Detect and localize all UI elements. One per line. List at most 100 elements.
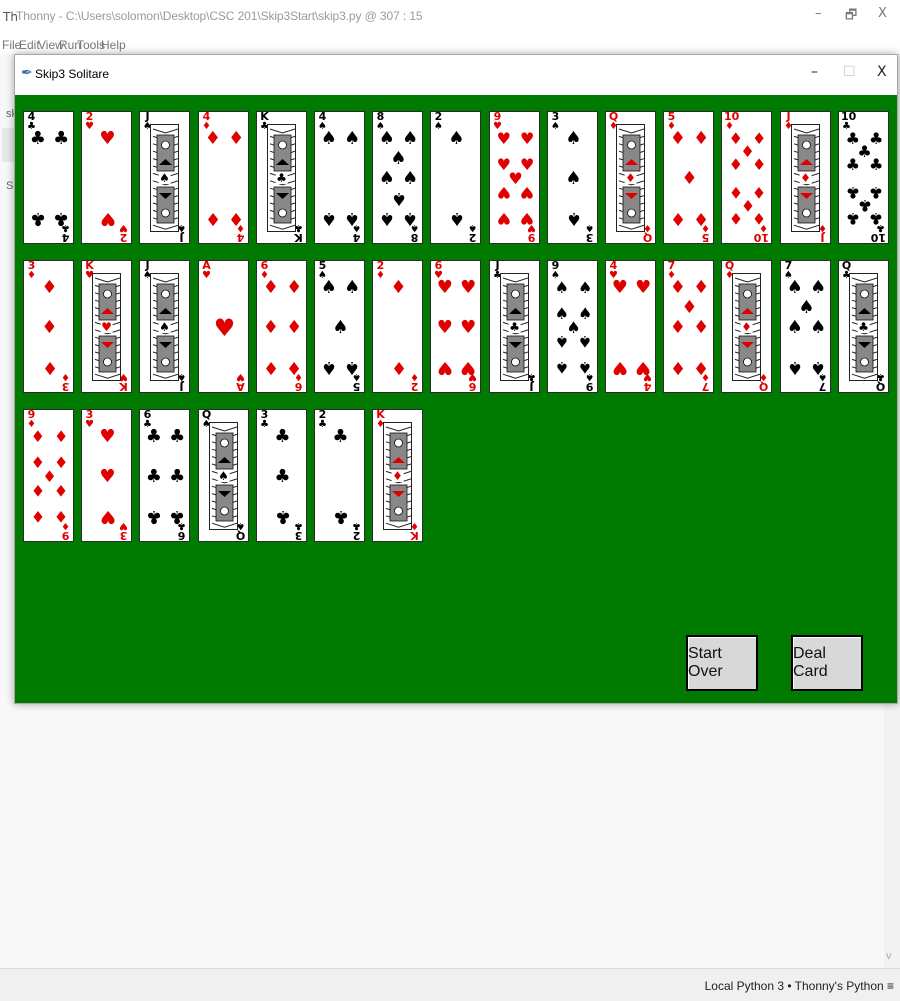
card-6-of-hearts[interactable]: 6 ♥ 6 ♥ ♥ ♥ ♥ ♥ ♥ ♥ bbox=[430, 260, 481, 393]
suit-pip-clubs-icon: ♣ bbox=[29, 208, 46, 230]
suit-pip-spades-icon: ♠ bbox=[378, 167, 395, 189]
card-6-of-diamonds[interactable]: 6 ♦ 6 ♦ ♦ ♦ ♦ ♦ ♦ ♦ bbox=[256, 260, 307, 393]
suit-pip-diamonds-icon: ♦ bbox=[752, 155, 767, 175]
suit-pip-diamonds-icon: ♦ bbox=[262, 357, 279, 379]
suit-pip-spades-icon: ♠ bbox=[402, 167, 419, 189]
thonny-minimize-button[interactable]: – bbox=[815, 6, 822, 21]
card-king-of-clubs[interactable]: K ♣ K ♣ ♣ bbox=[256, 111, 307, 244]
card-4-of-spades[interactable]: 4 ♠ 4 ♠ ♠ ♠ ♠ ♠ bbox=[314, 111, 365, 244]
skip3-window-title: Skip3 Solitare bbox=[35, 67, 110, 81]
suit-pip-diamonds-icon: ♦ bbox=[681, 167, 698, 189]
card-jack-of-spades[interactable]: J ♠ J ♠ ♠ bbox=[139, 260, 190, 393]
card-queen-of-spades[interactable]: Q ♠ Q ♠ ♠ bbox=[198, 409, 249, 542]
card-5-of-diamonds[interactable]: 5 ♦ 5 ♦ ♦ ♦ ♦ ♦ ♦ bbox=[663, 111, 714, 244]
suit-pip-hearts-icon: ♥ bbox=[635, 276, 652, 298]
thonny-menubar: File Edit View Run Tools Help bbox=[0, 36, 900, 54]
suit-pip-clubs-icon: ♣ bbox=[845, 209, 860, 229]
suit-pip-hearts-icon: ♥ bbox=[99, 208, 116, 230]
card-9-of-diamonds[interactable]: 9 ♦ 9 ♦ ♦ ♦ ♦ ♦ ♦ ♦ ♦ ♦ ♦ bbox=[23, 409, 74, 542]
skip3-maximize-button[interactable]: ☐ bbox=[843, 64, 856, 80]
skip3-close-button[interactable]: X bbox=[877, 64, 887, 80]
suit-pip-clubs-icon: ♣ bbox=[845, 155, 860, 175]
suit-pip-clubs-icon: ♣ bbox=[169, 465, 186, 487]
start-over-button[interactable]: Start Over bbox=[686, 635, 758, 691]
card-9-of-spades[interactable]: 9 ♠ 9 ♠ ♠ ♠ ♠ ♠ ♠ ♠ ♠ ♠ ♠ bbox=[547, 260, 598, 393]
skip3-titlebar[interactable]: ✒ Skip3 Solitare – ☐ X bbox=[15, 55, 897, 95]
card-3-of-clubs[interactable]: 3 ♣ 3 ♣ ♣ ♣ ♣ bbox=[256, 409, 307, 542]
card-jack-of-diamonds[interactable]: J ♦ J ♦ ♦ bbox=[780, 111, 831, 244]
card-10-of-diamonds[interactable]: 10 ♦ 10 ♦ ♦ ♦ ♦ ♦ ♦ ♦ ♦ ♦ ♦ ♦ bbox=[721, 111, 772, 244]
suit-pip-clubs-icon: ♣ bbox=[274, 465, 291, 487]
suit-pip-diamonds-icon: ♦ bbox=[752, 209, 767, 229]
suit-pip-spades-icon: ♠ bbox=[578, 358, 593, 378]
card-corner-index: 3 ♠ bbox=[551, 111, 560, 132]
suit-pip-diamonds-icon: ♦ bbox=[54, 426, 69, 446]
suit-pip-spades-icon: ♠ bbox=[344, 276, 361, 298]
card-8-of-spades[interactable]: 8 ♠ 8 ♠ ♠ ♠ ♠ ♠ ♠ ♠ ♠ ♠ bbox=[372, 111, 423, 244]
card-queen-of-diamonds[interactable]: Q ♦ Q ♦ ♦ bbox=[605, 111, 656, 244]
suit-pip-diamonds-icon: ♦ bbox=[41, 316, 58, 338]
card-ace-of-hearts[interactable]: A ♥ A ♥ ♥ bbox=[198, 260, 249, 393]
suit-pip-diamonds-icon: ♦ bbox=[669, 276, 686, 298]
thonny-statusbar: Local Python 3 • Thonny's Python ≡ bbox=[0, 968, 900, 1001]
card-corner-index: 2 ♥ bbox=[119, 222, 128, 244]
menu-help[interactable]: Help bbox=[101, 38, 126, 52]
card-5-of-spades[interactable]: 5 ♠ 5 ♠ ♠ ♠ ♠ ♠ ♠ bbox=[314, 260, 365, 393]
scroll-down-icon[interactable]: v bbox=[886, 950, 892, 962]
suit-pip-clubs-icon: ♣ bbox=[53, 127, 70, 149]
court-card-queen-icon: ♦ bbox=[732, 273, 761, 381]
court-card-queen-icon: ♠ bbox=[209, 422, 238, 530]
card-queen-of-clubs[interactable]: Q ♣ Q ♣ ♣ bbox=[838, 260, 889, 393]
card-queen-of-diamonds[interactable]: Q ♦ Q ♦ ♦ bbox=[721, 260, 772, 393]
suit-pip-diamonds-icon: ♦ bbox=[728, 209, 743, 229]
card-2-of-diamonds[interactable]: 2 ♦ 2 ♦ ♦ ♦ bbox=[372, 260, 423, 393]
card-3-of-diamonds[interactable]: 3 ♦ 3 ♦ ♦ ♦ ♦ bbox=[23, 260, 74, 393]
suit-pip-clubs-icon: ♣ bbox=[145, 425, 162, 447]
court-card-queen-icon: ♣ bbox=[849, 273, 878, 381]
card-corner-index: A ♥ bbox=[202, 260, 211, 281]
card-7-of-spades[interactable]: 7 ♠ 7 ♠ ♠ ♠ ♠ ♠ ♠ ♠ ♠ bbox=[780, 260, 831, 393]
suit-pip-diamonds-icon: ♦ bbox=[30, 507, 45, 527]
suit-pip-spades-icon: ♠ bbox=[344, 357, 361, 379]
thonny-restore-button[interactable]: 🗗 bbox=[845, 6, 857, 28]
card-jack-of-clubs[interactable]: J ♣ J ♣ ♣ bbox=[489, 260, 540, 393]
suit-pip-hearts-icon: ♥ bbox=[496, 128, 511, 148]
suit-pip-hearts-icon: ♥ bbox=[436, 316, 453, 338]
deal-card-button[interactable]: Deal Card bbox=[791, 635, 863, 691]
card-3-of-spades[interactable]: 3 ♠ 3 ♠ ♠ ♠ ♠ bbox=[547, 111, 598, 244]
court-card-queen-icon: ♦ bbox=[616, 124, 645, 232]
card-2-of-hearts[interactable]: 2 ♥ 2 ♥ ♥ ♥ bbox=[81, 111, 132, 244]
card-6-of-clubs[interactable]: 6 ♣ 6 ♣ ♣ ♣ ♣ ♣ ♣ ♣ bbox=[139, 409, 190, 542]
tk-feather-icon: ✒ bbox=[21, 64, 33, 80]
suit-pip-hearts-icon: ♥ bbox=[611, 276, 628, 298]
suit-pip-hearts-icon: ♥ bbox=[436, 276, 453, 298]
suit-pip-diamonds-icon: ♦ bbox=[228, 208, 245, 230]
card-7-of-diamonds[interactable]: 7 ♦ 7 ♦ ♦ ♦ ♦ ♦ ♦ ♦ ♦ bbox=[663, 260, 714, 393]
card-corner-index: 2 ♣ bbox=[318, 409, 327, 430]
menu-edit[interactable]: Edit bbox=[19, 38, 40, 52]
card-king-of-hearts[interactable]: K ♥ K ♥ ♥ bbox=[81, 260, 132, 393]
card-jack-of-spades[interactable]: J ♠ J ♠ ♠ bbox=[139, 111, 190, 244]
skip3-minimize-button[interactable]: – bbox=[811, 64, 818, 80]
suit-pip-diamonds-icon: ♦ bbox=[693, 208, 710, 230]
suit-pip-diamonds-icon: ♦ bbox=[390, 276, 407, 298]
suit-pip-clubs-icon: ♣ bbox=[145, 506, 162, 528]
card-king-of-diamonds[interactable]: K ♦ K ♦ ♦ bbox=[372, 409, 423, 542]
suit-pip-spades-icon: ♠ bbox=[786, 316, 803, 338]
suit-pip-spades-icon: ♠ bbox=[332, 316, 349, 338]
suit-pip-diamonds-icon: ♦ bbox=[681, 296, 698, 318]
card-4-of-diamonds[interactable]: 4 ♦ 4 ♦ ♦ ♦ ♦ ♦ bbox=[198, 111, 249, 244]
card-10-of-clubs[interactable]: 10 ♣ 10 ♣ ♣ ♣ ♣ ♣ ♣ ♣ ♣ ♣ ♣ ♣ bbox=[838, 111, 889, 244]
interpreter-status[interactable]: Local Python 3 • Thonny's Python ≡ bbox=[705, 979, 894, 993]
thonny-close-button[interactable]: X bbox=[878, 6, 887, 21]
card-3-of-hearts[interactable]: 3 ♥ 3 ♥ ♥ ♥ ♥ bbox=[81, 409, 132, 542]
card-2-of-spades[interactable]: 2 ♠ 2 ♠ ♠ ♠ bbox=[430, 111, 481, 244]
suit-pip-spades-icon: ♠ bbox=[578, 331, 593, 351]
suit-pip-diamonds-icon: ♦ bbox=[54, 507, 69, 527]
suit-pip-spades-icon: ♠ bbox=[378, 127, 395, 149]
card-2-of-clubs[interactable]: 2 ♣ 2 ♣ ♣ ♣ bbox=[314, 409, 365, 542]
card-4-of-clubs[interactable]: 4 ♣ 4 ♣ ♣ ♣ ♣ ♣ bbox=[23, 111, 74, 244]
suit-pip-hearts-icon: ♥ bbox=[520, 209, 535, 229]
card-4-of-hearts[interactable]: 4 ♥ 4 ♥ ♥ ♥ ♥ ♥ bbox=[605, 260, 656, 393]
card-9-of-hearts[interactable]: 9 ♥ 9 ♥ ♥ ♥ ♥ ♥ ♥ ♥ ♥ ♥ ♥ bbox=[489, 111, 540, 244]
